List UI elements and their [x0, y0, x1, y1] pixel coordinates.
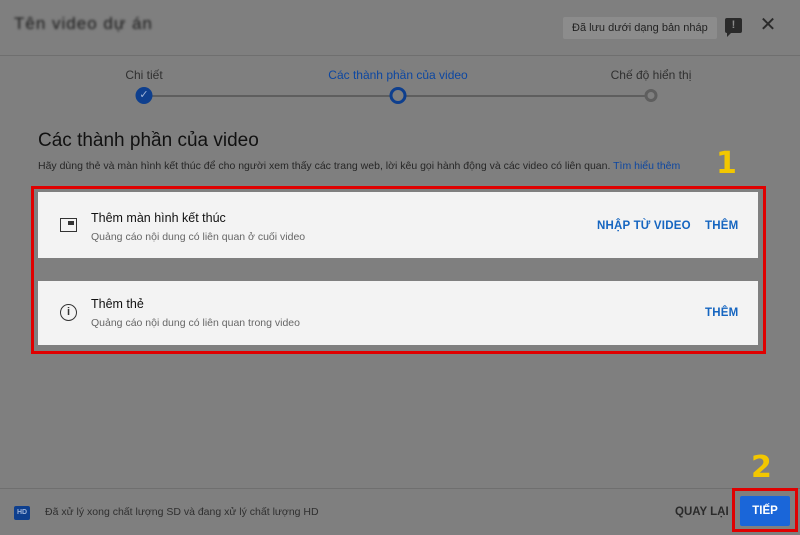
step-future-dot[interactable] — [644, 89, 658, 102]
card-subtitle: Quảng cáo nội dung có liên quan trong vi… — [91, 317, 300, 329]
end-screen-icon — [60, 218, 77, 232]
annotation-number-2: 2 — [751, 450, 772, 485]
dialog-header: Tên video dự án Đã lưu dưới dạng bản nhá… — [0, 0, 800, 56]
hd-processing-icon: HD — [14, 506, 30, 520]
end-screen-card: Thêm màn hình kết thúc Quảng cáo nội dun… — [38, 192, 758, 258]
import-from-video-button[interactable]: NHẬP TỪ VIDEO — [597, 220, 691, 232]
processing-status-text: Đã xử lý xong chất lượng SD và đang xử l… — [45, 506, 319, 518]
card-title: Thêm màn hình kết thúc — [91, 211, 226, 225]
next-button[interactable]: TIẾP — [740, 496, 790, 526]
learn-more-link[interactable]: Tìm hiểu thêm — [613, 160, 680, 172]
info-icon: i — [60, 304, 77, 321]
back-button[interactable]: QUAY LẠI — [665, 499, 739, 525]
feedback-glyph: ! — [731, 19, 736, 31]
section-description: Hãy dùng thẻ và màn hình kết thúc để cho… — [38, 160, 680, 172]
upload-dialog: Tên video dự án Đã lưu dưới dạng bản nhá… — [0, 0, 800, 535]
progress-stepper: Chi tiết ✓ Các thành phần của video Chế … — [0, 56, 800, 116]
step-details-label[interactable]: Chi tiết — [125, 68, 162, 82]
add-end-screen-button[interactable]: THÊM — [705, 220, 738, 232]
step-connector — [398, 95, 651, 97]
dialog-footer: HD Đã xử lý xong chất lượng SD và đang x… — [0, 488, 800, 535]
step-done-icon[interactable]: ✓ — [135, 87, 153, 104]
step-visibility-label[interactable]: Chế độ hiển thị — [611, 68, 692, 82]
card-subtitle: Quảng cáo nội dung có liên quan ở cuối v… — [91, 231, 306, 243]
feedback-icon[interactable]: ! — [725, 18, 742, 37]
add-card-button[interactable]: THÊM — [705, 307, 738, 319]
close-icon[interactable]: ✕ — [758, 15, 778, 35]
description-text: Hãy dùng thẻ và màn hình kết thúc để cho… — [38, 160, 611, 172]
step-connector — [144, 95, 398, 97]
step-video-elements-label[interactable]: Các thành phần của video — [328, 68, 467, 82]
annotation-number-1: 1 — [716, 146, 737, 181]
cards-card: i Thêm thẻ Quảng cáo nội dung có liên qu… — [38, 281, 758, 345]
draft-status-badge: Đã lưu dưới dạng bản nháp — [563, 17, 717, 39]
card-title: Thêm thẻ — [91, 297, 144, 311]
step-current-dot[interactable] — [389, 87, 407, 104]
page-title: Các thành phần của video — [38, 130, 259, 151]
dialog-title: Tên video dự án — [14, 14, 153, 33]
